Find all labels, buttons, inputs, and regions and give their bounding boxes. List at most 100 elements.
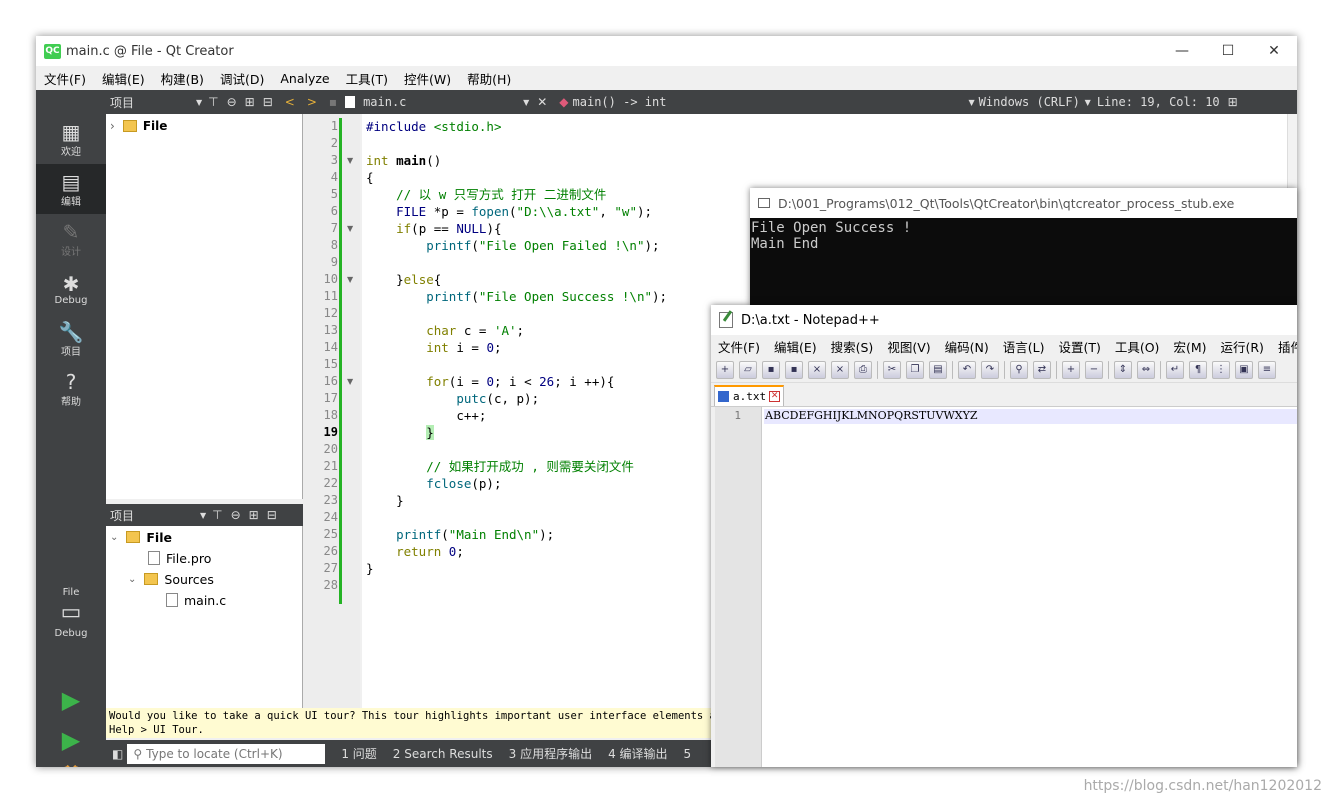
menu-tools[interactable]: 工具(T) [338,69,396,88]
sync-horizontal-icon[interactable]: ⇔ [1137,360,1155,379]
copy-icon[interactable]: ❐ [906,360,924,379]
menu-debug[interactable]: 调试(D) [212,69,272,88]
fold-marker-icon[interactable]: ▼ [347,275,353,284]
menu-controls[interactable]: 控件(W) [396,69,459,88]
save-all-icon[interactable]: ▪ [785,360,803,379]
tree-item-file[interactable]: ⌄ File [110,527,172,547]
tree-item-file-root[interactable]: › File [110,116,167,136]
filter-icon[interactable]: ⊤ [212,508,222,522]
chevron-down-icon[interactable]: ⌄ [110,532,118,543]
npp-menu-macro[interactable]: 宏(M) [1166,337,1213,356]
npp-menu-file[interactable]: 文件(F) [711,337,767,356]
close-pane-icon[interactable]: ⊟ [267,508,277,522]
tree-item-pro[interactable]: File.pro [148,548,211,568]
locator-input[interactable]: ⚲ Type to locate (Ctrl+K) [127,743,326,764]
kit-selector[interactable]: File ▭ Debug [36,565,106,660]
fold-marker-icon[interactable]: ▼ [347,224,353,233]
split-icon[interactable]: ⊞ [249,508,259,522]
mode-projects[interactable]: 🔧 项目 [36,314,106,364]
link-icon[interactable]: ⊖ [227,95,237,109]
menu-build[interactable]: 构建(B) [153,69,212,88]
indent-guide-icon[interactable]: ⋮ [1212,360,1230,379]
menu-help[interactable]: 帮助(H) [459,69,519,88]
compile-output-tab[interactable]: 4 编译输出 [600,745,675,762]
npp-menu-plugins[interactable]: 插件(P) [1271,337,1297,356]
npp-menu-encoding[interactable]: 编码(N) [938,337,996,356]
redo-icon[interactable]: ↷ [981,360,999,379]
close-pane-icon[interactable]: ⊟ [263,95,273,109]
console-output[interactable]: File Open Success ! Main End [750,218,1297,252]
filter-icon[interactable]: ⊤ [208,95,218,109]
issues-tab[interactable]: 1 问题 [333,745,384,762]
mode-welcome[interactable]: ▦ 欢迎 [36,114,106,164]
show-symbols-icon[interactable]: ¶ [1189,360,1207,379]
tab-a-txt[interactable]: a.txt ✕ [714,385,785,406]
zoom-in-icon[interactable]: + [1062,360,1080,379]
search-results-tab[interactable]: 2 Search Results [385,747,501,761]
fold-marker-icon[interactable]: ▼ [347,156,353,165]
fold-marker-icon[interactable]: ▼ [347,377,353,386]
mode-design[interactable]: ✎ 设计 [36,214,106,264]
doc-map-icon[interactable]: ▣ [1235,360,1253,379]
tree-item-main[interactable]: main.c [166,590,226,610]
mode-help[interactable]: ? 帮助 [36,364,106,414]
chevron-down-icon[interactable]: ⌄ [128,574,136,585]
notepad-line-1[interactable]: ABCDEFGHIJKLMNOPQRSTUVWXYZ [764,409,1297,424]
notepad-editor[interactable]: 1 ABCDEFGHIJKLMNOPQRSTUVWXYZ [715,407,1297,767]
npp-menu-tools[interactable]: 工具(O) [1108,337,1167,356]
line-ending-dropdown[interactable]: Windows (CRLF) [979,95,1085,109]
chevron-down-icon[interactable]: ▼ [196,98,202,107]
tab-close-icon[interactable]: ✕ [769,391,781,402]
menu-edit[interactable]: 编辑(E) [94,69,153,88]
close-button[interactable]: ✕ [1251,36,1297,66]
chevron-down-icon[interactable]: ▼ [1085,98,1091,107]
open-file-icon[interactable]: ▱ [739,360,757,379]
close-document-icon[interactable]: ✕ [537,95,547,109]
npp-menu-settings[interactable]: 设置(T) [1051,337,1107,356]
link-icon[interactable]: ⊖ [231,508,241,522]
split-icon[interactable]: ⊞ [245,95,255,109]
tree-item-sources[interactable]: ⌄ Sources [128,569,214,589]
cursor-position[interactable]: Line: 19, Col: 10 [1097,95,1220,109]
npp-menu-search[interactable]: 搜索(S) [824,337,881,356]
find-icon[interactable]: ⚲ [1010,360,1028,379]
menu-analyze[interactable]: Analyze [272,71,337,86]
chevron-down-icon[interactable]: ▼ [200,511,206,520]
close-all-icon[interactable]: × [831,360,849,379]
maximize-button[interactable]: ☐ [1205,36,1251,66]
replace-icon[interactable]: ⇄ [1033,360,1051,379]
save-icon[interactable]: ▪ [762,360,780,379]
chevron-down-icon[interactable]: ▼ [969,98,975,107]
forward-icon[interactable]: > [307,95,317,109]
back-icon[interactable]: < [285,95,295,109]
ui-tour-banner[interactable]: Would you like to take a quick UI tour? … [106,708,712,738]
chevron-right-icon[interactable]: › [110,119,115,133]
close-file-icon[interactable]: × [808,360,826,379]
npp-menu-edit[interactable]: 编辑(E) [767,337,824,356]
chevron-down-icon[interactable]: ▼ [523,98,529,107]
npp-menu-language[interactable]: 语言(L) [996,337,1052,356]
function-list-icon[interactable]: ≡ [1258,360,1276,379]
npp-menu-run[interactable]: 运行(R) [1213,337,1270,356]
sidebar-toggle-icon[interactable]: ◧ [112,747,123,761]
word-wrap-icon[interactable]: ↵ [1166,360,1184,379]
cut-icon[interactable]: ✂ [883,360,901,379]
projects-dropdown[interactable]: 项目 [106,94,196,111]
sync-vertical-icon[interactable]: ⇕ [1114,360,1132,379]
minimize-button[interactable]: — [1159,36,1205,66]
undo-icon[interactable]: ↶ [958,360,976,379]
build-button[interactable]: ⚒ [36,750,106,768]
function-dropdown[interactable]: main() -> int [573,95,969,109]
print-icon[interactable]: ⎙ [854,360,872,379]
mode-edit[interactable]: ▤ 编辑 [36,164,106,214]
zoom-out-icon[interactable]: − [1085,360,1103,379]
tab-5[interactable]: 5 [676,747,700,761]
paste-icon[interactable]: ▤ [929,360,947,379]
application-output-tab[interactable]: 3 应用程序输出 [501,745,600,762]
open-file-dropdown[interactable]: main.c [363,95,523,109]
new-file-icon[interactable]: + [716,360,734,379]
npp-menu-view[interactable]: 视图(V) [880,337,937,356]
split-icon[interactable]: ⊞ [1228,95,1238,109]
mode-debug[interactable]: ✱ Debug [36,264,106,314]
menu-file[interactable]: 文件(F) [36,69,94,88]
